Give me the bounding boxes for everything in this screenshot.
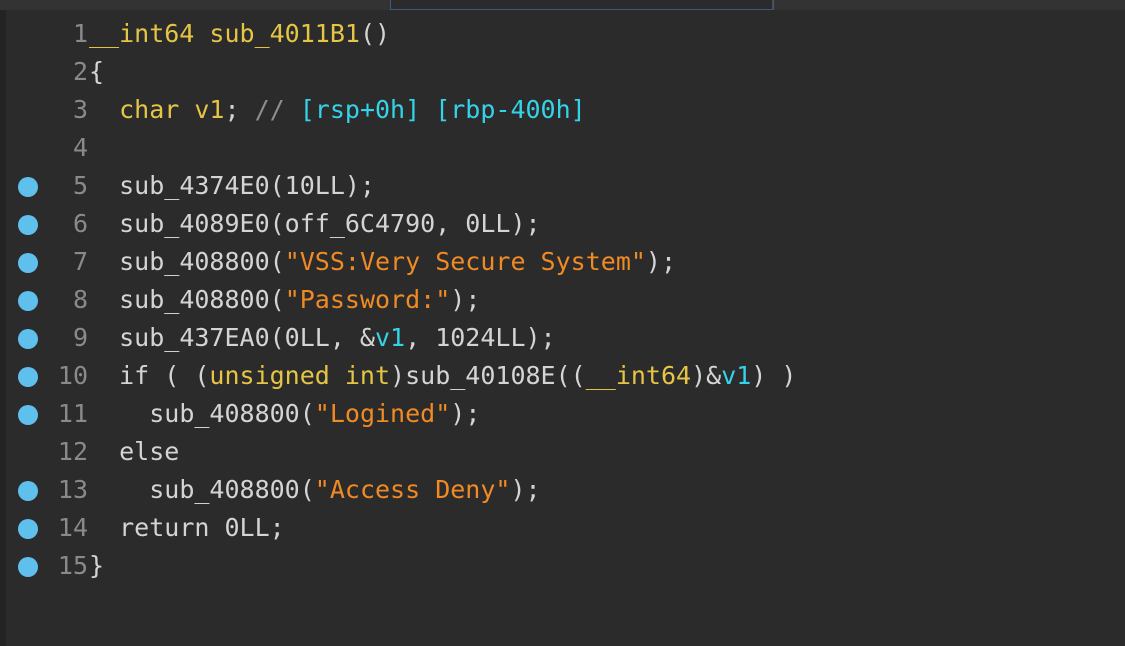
code-token: sub_437EA0(0LL, & bbox=[119, 323, 375, 352]
breakpoint-dot-icon[interactable] bbox=[18, 215, 38, 235]
code-token: ; bbox=[224, 95, 255, 124]
code-token: "Password:" bbox=[284, 285, 451, 314]
code-token: sub_4374E0(10LL); bbox=[119, 171, 375, 200]
code-line[interactable]: 2{ bbox=[0, 53, 1125, 91]
code-token: )sub_40108E(( bbox=[390, 361, 586, 390]
code-token: // bbox=[254, 95, 300, 124]
code-line[interactable]: 13 sub_408800("Access Deny"); bbox=[0, 471, 1125, 509]
line-number: 14 bbox=[57, 513, 88, 542]
line-number: 8 bbox=[72, 285, 88, 314]
line-number: 1 bbox=[72, 19, 88, 48]
line-number: 2 bbox=[72, 57, 88, 86]
line-number: 15 bbox=[57, 551, 88, 580]
breakpoint-dot-icon[interactable] bbox=[18, 253, 38, 273]
breakpoint-dot-icon[interactable] bbox=[18, 481, 38, 501]
code-text: return 0LL; bbox=[89, 509, 285, 547]
line-number: 11 bbox=[57, 399, 88, 428]
line-number: 9 bbox=[72, 323, 88, 352]
code-token: v1 bbox=[721, 361, 752, 390]
code-text: if ( (unsigned int)sub_40108E((__int64)&… bbox=[89, 357, 796, 395]
code-line[interactable]: 12 else bbox=[0, 433, 1125, 471]
breakpoint-dot-icon[interactable] bbox=[18, 291, 38, 311]
line-number: 6 bbox=[72, 209, 88, 238]
code-text: char v1; // [rsp+0h] [rbp-400h] bbox=[89, 91, 586, 129]
code-text: sub_4374E0(10LL); bbox=[89, 167, 375, 205]
line-number: 5 bbox=[72, 171, 88, 200]
breakpoint-dot-icon[interactable] bbox=[18, 329, 38, 349]
pseudocode-window: 1 __int64 sub_4011B1() 2{3 char v1; // [rs… bbox=[0, 0, 1125, 646]
code-token: "Access Deny" bbox=[314, 475, 511, 504]
code-line[interactable]: 6 sub_4089E0(off_6C4790, 0LL); bbox=[0, 205, 1125, 243]
code-text: else bbox=[89, 433, 179, 471]
code-line[interactable]: 14 return 0LL; bbox=[0, 509, 1125, 547]
line-number: 7 bbox=[72, 247, 88, 276]
code-line[interactable]: 15} bbox=[0, 547, 1125, 585]
code-token: sub_408800( bbox=[149, 399, 315, 428]
code-token: ); bbox=[510, 475, 541, 504]
code-line[interactable]: 10 if ( (unsigned int)sub_40108E((__int6… bbox=[0, 357, 1125, 395]
breakpoint-dot-icon[interactable] bbox=[18, 405, 38, 425]
code-text: sub_408800("Password:"); bbox=[89, 281, 480, 319]
code-token: else bbox=[119, 437, 180, 466]
breakpoint-dot-icon[interactable] bbox=[18, 367, 38, 387]
tab-bar bbox=[0, 0, 1125, 10]
code-text: sub_4089E0(off_6C4790, 0LL); bbox=[89, 205, 541, 243]
code-token: () bbox=[359, 19, 391, 48]
code-token: unsigned int bbox=[209, 361, 391, 390]
tab-pseudocode[interactable] bbox=[390, 0, 774, 10]
code-text: { bbox=[89, 53, 104, 91]
code-line[interactable]: 8 sub_408800("Password:"); bbox=[0, 281, 1125, 319]
code-token: sub_408800( bbox=[119, 247, 285, 276]
code-text: sub_408800("VSS:Very Secure System"); bbox=[89, 243, 676, 281]
line-number: 12 bbox=[57, 437, 88, 466]
code-token: "VSS:Very Secure System" bbox=[284, 247, 646, 276]
code-token: ); bbox=[450, 399, 481, 428]
code-text: sub_408800("Access Deny"); bbox=[89, 471, 541, 509]
code-text: } bbox=[89, 547, 104, 585]
code-token: } bbox=[89, 551, 105, 580]
code-token: __int64 sub_4011B1 bbox=[89, 19, 360, 48]
code-token: ); bbox=[450, 285, 481, 314]
code-line[interactable]: 7 sub_408800("VSS:Very Secure System"); bbox=[0, 243, 1125, 281]
code-text: sub_408800("Logined"); bbox=[89, 395, 480, 433]
tab-separator bbox=[772, 0, 773, 10]
code-line[interactable]: 1 __int64 sub_4011B1() bbox=[0, 15, 1125, 53]
code-token: char v1 bbox=[119, 95, 225, 124]
code-token: { bbox=[89, 57, 105, 86]
code-token: if ( ( bbox=[119, 361, 210, 390]
code-token: , 1024LL); bbox=[405, 323, 556, 352]
code-token: sub_408800( bbox=[149, 475, 315, 504]
code-token: ); bbox=[645, 247, 677, 276]
code-view[interactable]: 1 __int64 sub_4011B1() 2{3 char v1; // [rs… bbox=[0, 15, 1125, 585]
line-number: 10 bbox=[57, 361, 88, 390]
breakpoint-dot-icon[interactable] bbox=[18, 177, 38, 197]
line-number: 4 bbox=[72, 133, 88, 162]
breakpoint-dot-icon[interactable] bbox=[18, 519, 38, 539]
code-text: sub_437EA0(0LL, &v1, 1024LL); bbox=[89, 319, 556, 357]
code-token: ) ) bbox=[751, 361, 797, 390]
code-token: __int64 bbox=[585, 361, 692, 390]
code-line[interactable]: 11 sub_408800("Logined"); bbox=[0, 395, 1125, 433]
code-token: return 0LL; bbox=[119, 513, 285, 542]
code-token: sub_4089E0(off_6C4790, 0LL); bbox=[119, 209, 541, 238]
line-number: 13 bbox=[57, 475, 88, 504]
code-token: [rsp+0h] [rbp-400h] bbox=[299, 95, 586, 124]
code-token: "Logined" bbox=[314, 399, 451, 428]
code-line[interactable]: 5 sub_4374E0(10LL); bbox=[0, 167, 1125, 205]
code-line[interactable]: 3 char v1; // [rsp+0h] [rbp-400h] bbox=[0, 91, 1125, 129]
code-token: )& bbox=[691, 361, 722, 390]
code-text: __int64 sub_4011B1() bbox=[89, 15, 390, 53]
breakpoint-dot-icon[interactable] bbox=[18, 557, 38, 577]
code-line[interactable]: 4 bbox=[0, 129, 1125, 167]
code-line[interactable]: 9 sub_437EA0(0LL, &v1, 1024LL); bbox=[0, 319, 1125, 357]
code-token: v1 bbox=[374, 323, 406, 352]
code-token: sub_408800( bbox=[119, 285, 285, 314]
line-number: 3 bbox=[72, 95, 88, 124]
